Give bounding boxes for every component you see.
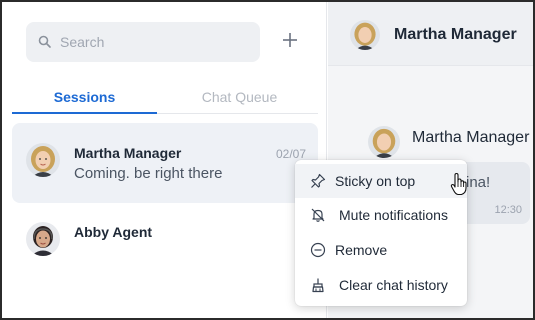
menu-item-clear-chat-history[interactable]: Clear chat history xyxy=(295,268,467,302)
search-icon xyxy=(38,35,52,49)
conversation-name: Abby Agent xyxy=(74,224,153,240)
conversation-preview: Coming. be right there xyxy=(74,165,223,182)
conversation-name: Martha Manager xyxy=(74,145,182,161)
message-time: 12:30 xyxy=(494,204,522,216)
add-session-button[interactable] xyxy=(278,30,302,54)
context-menu: Sticky on top Mute notifications Remove … xyxy=(295,160,467,306)
message-text: ina! xyxy=(466,174,491,191)
conversation-item-martha[interactable]: Martha Manager Coming. be right there 02… xyxy=(12,123,318,203)
sidebar: Sessions Chat Queue Martha Manager Comin… xyxy=(2,2,327,318)
pin-icon xyxy=(309,172,327,190)
broom-icon xyxy=(309,276,327,294)
tab-sessions[interactable]: Sessions xyxy=(12,80,157,114)
avatar xyxy=(350,20,380,50)
tab-bar: Sessions Chat Queue xyxy=(12,80,318,114)
menu-item-remove[interactable]: Remove xyxy=(295,233,467,267)
plus-icon xyxy=(281,31,299,54)
avatar xyxy=(26,143,60,177)
chat-title: Martha Manager xyxy=(394,26,517,43)
menu-item-label: Sticky on top xyxy=(335,173,416,189)
avatar xyxy=(368,126,400,158)
menu-item-label: Mute notifications xyxy=(339,207,448,223)
conversation-item-abby[interactable]: Abby Agent xyxy=(12,202,318,282)
search-input[interactable] xyxy=(60,34,240,50)
tab-chat-queue[interactable]: Chat Queue xyxy=(167,80,312,114)
message-sender-name: Martha Manager xyxy=(412,129,530,146)
minus-circle-icon xyxy=(309,241,327,259)
bell-off-icon xyxy=(309,206,327,224)
app-window: Sessions Chat Queue Martha Manager Comin… xyxy=(0,0,535,320)
conversation-date: 02/07 xyxy=(275,147,306,161)
avatar xyxy=(26,222,60,256)
message-bubble: ina! 12:30 xyxy=(456,162,530,224)
menu-item-sticky-on-top[interactable]: Sticky on top xyxy=(295,164,467,198)
search-box[interactable] xyxy=(26,22,260,62)
menu-item-label: Clear chat history xyxy=(339,277,448,293)
menu-item-mute-notifications[interactable]: Mute notifications xyxy=(295,198,467,232)
menu-item-label: Remove xyxy=(335,242,388,258)
chat-header: Martha Manager xyxy=(328,2,533,66)
